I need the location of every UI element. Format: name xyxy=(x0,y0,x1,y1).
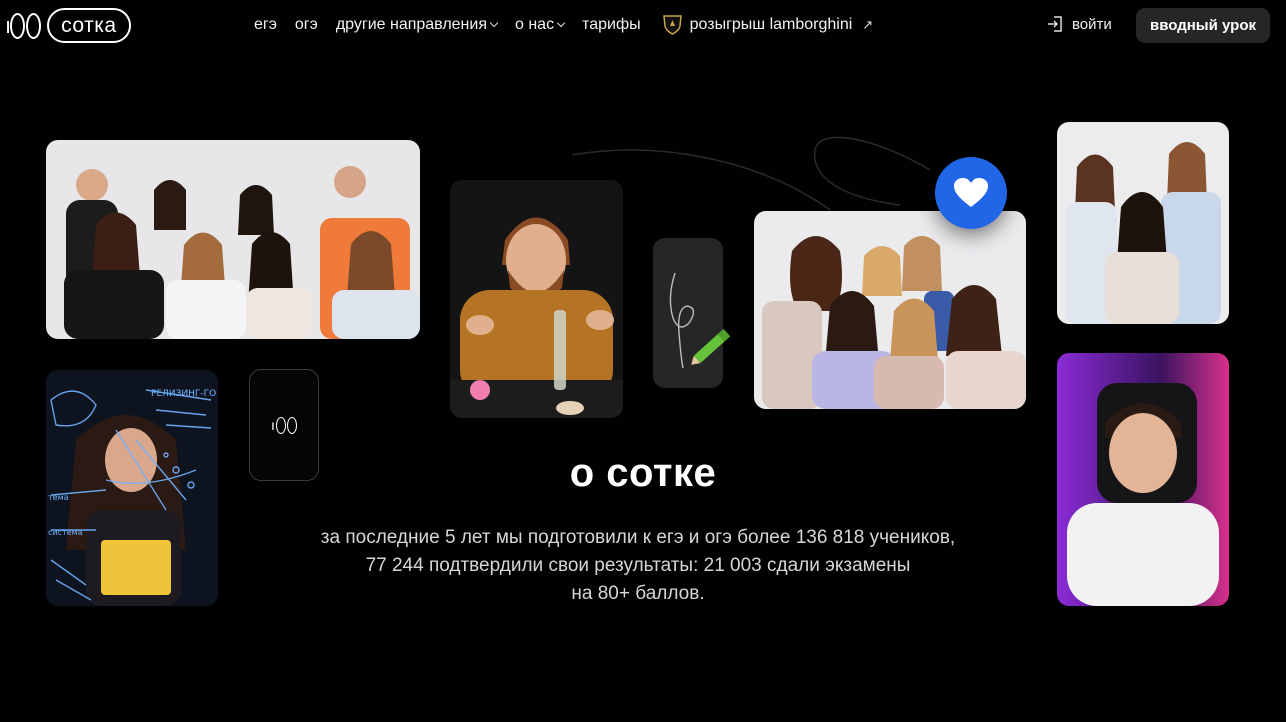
logo-text: сотка xyxy=(47,8,131,43)
login-button[interactable]: войти xyxy=(1046,15,1112,33)
promo-label: розыгрыш lamborghini xyxy=(689,15,853,33)
hero-line-1: за последние 5 лет мы подготовили к егэ … xyxy=(320,527,956,548)
page-title: о сотке xyxy=(569,451,717,495)
phone-mark-zero xyxy=(286,416,297,434)
nav-label: о нас xyxy=(514,15,555,33)
nav-item-about[interactable]: о нас xyxy=(514,15,566,34)
team-women-photo xyxy=(754,211,1026,409)
svg-text:система: система xyxy=(48,528,83,537)
external-arrow-icon: ↗ xyxy=(862,16,874,32)
nav-label: другие направления xyxy=(335,15,487,33)
phone-mark-zero xyxy=(275,416,286,434)
chevron-down-icon xyxy=(556,18,566,27)
nav-label: тарифы xyxy=(582,15,641,33)
nav-item-oge[interactable]: огэ xyxy=(295,16,318,34)
nav-label: егэ xyxy=(254,15,277,33)
team-trio-photo xyxy=(1057,122,1229,324)
heart-icon xyxy=(954,178,988,207)
logo-zero xyxy=(10,12,26,39)
nav-item-other[interactable]: другие направления xyxy=(335,15,499,34)
login-label: войти xyxy=(1072,15,1112,33)
svg-text:РЕЛИЗИНГ-ГО: РЕЛИЗИНГ-ГО xyxy=(151,389,216,399)
page: 100 ı сотка егэ огэ другие направления о… xyxy=(0,0,1286,722)
nav-label: огэ xyxy=(294,15,318,33)
nav-item-lamborghini-giveaway[interactable]: розыгрыш lamborghini ↗ xyxy=(662,14,874,35)
hero-description: за последние 5 лет мы подготовили к егэ … xyxy=(283,524,993,608)
heart-badge xyxy=(935,157,1007,229)
intro-lesson-button[interactable]: вводный урок xyxy=(1136,8,1270,43)
hero-line-2: 77 244 подтвердили свои результаты: 21 0… xyxy=(365,555,911,576)
phone-mark-one: ı xyxy=(271,417,275,433)
logo-mark: 100 ı xyxy=(5,12,42,39)
main-nav: егэ огэ другие направления о нас тарифы … xyxy=(254,14,891,35)
hero-line-3: на 80+ баллов. xyxy=(571,583,705,604)
phone-logo-mark: 100 ı xyxy=(271,416,297,434)
nav-item-ege[interactable]: егэ xyxy=(254,16,277,34)
chevron-down-icon xyxy=(489,18,499,27)
logo-zero xyxy=(26,12,42,39)
nav-item-pricing[interactable]: тарифы xyxy=(582,16,641,34)
pencil-icon xyxy=(691,328,731,365)
logo-one: ı xyxy=(5,12,11,38)
logo[interactable]: 100 ı сотка xyxy=(5,8,131,43)
teacher-video-photo xyxy=(450,180,623,418)
lamborghini-shield-icon xyxy=(662,15,682,35)
login-icon xyxy=(1048,16,1062,32)
team-group-photo xyxy=(46,140,420,339)
